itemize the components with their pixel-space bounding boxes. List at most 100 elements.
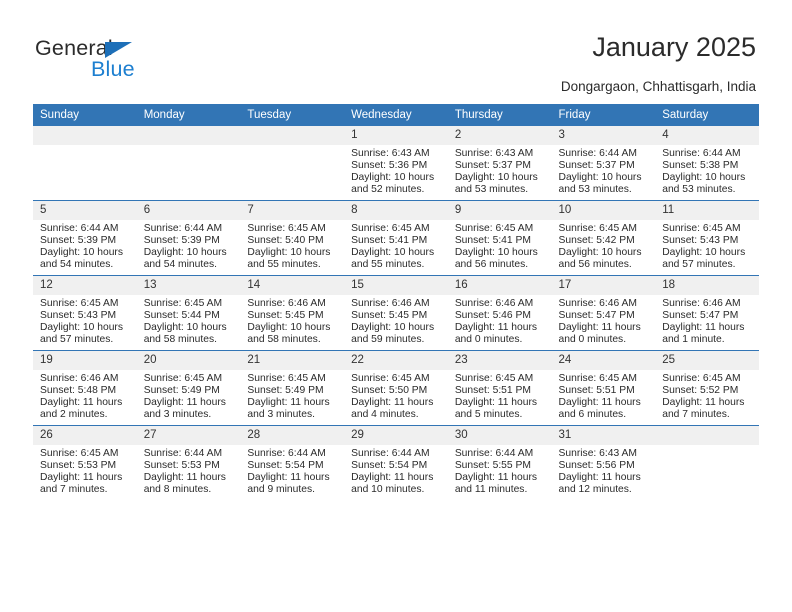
day-details: Sunrise: 6:45 AM Sunset: 5:49 PM Daylight:… <box>137 370 241 421</box>
sunset-text: Sunset: 5:54 PM <box>351 460 428 472</box>
day-details: Sunrise: 6:45 AM Sunset: 5:42 PM Daylight:… <box>552 220 656 271</box>
calendar-day-cell[interactable]: 22 Sunrise: 6:45 AM Sunset: 5:50 PM Dayligh… <box>344 350 448 426</box>
calendar-day-cell[interactable]: 10 Sunrise: 6:45 AM Sunset: 5:42 PM Dayligh… <box>551 200 656 276</box>
day-number: 12 <box>33 276 137 295</box>
calendar-day-cell[interactable]: 11 Sunrise: 6:45 AM Sunset: 5:43 PM Dayligh… <box>655 200 759 276</box>
sunrise-text: Sunrise: 6:45 AM <box>558 223 637 234</box>
calendar-day-cell[interactable]: 2 Sunrise: 6:43 AM Sunset: 5:37 PM Daylight… <box>447 126 552 201</box>
daylight-2-text: and 57 minutes. <box>40 334 114 346</box>
sunset-text: Sunset: 5:54 PM <box>247 460 324 472</box>
daylight-1-text: Daylight: 11 hours <box>558 397 641 409</box>
day-details: Sunrise: 6:45 AM Sunset: 5:44 PM Daylight:… <box>137 295 241 346</box>
calendar-day-cell[interactable]: 7 Sunrise: 6:45 AM Sunset: 5:40 PM Daylight… <box>240 200 345 276</box>
day-details: Sunrise: 6:44 AM Sunset: 5:53 PM Daylight:… <box>137 445 241 496</box>
daylight-1-text: Daylight: 11 hours <box>454 397 538 409</box>
daylight-2-text: and 55 minutes. <box>351 259 425 271</box>
day-number: 13 <box>136 276 241 295</box>
calendar-day-cell[interactable]: 30 Sunrise: 6:44 AM Sunset: 5:55 PM Dayligh… <box>447 425 552 500</box>
calendar-day-cell[interactable]: 9 Sunrise: 6:45 AM Sunset: 5:41 PM Daylight… <box>447 200 552 276</box>
calendar-day-cell[interactable]: 18 Sunrise: 6:46 AM Sunset: 5:47 PM Dayligh… <box>655 275 759 351</box>
sunset-text: Sunset: 5:39 PM <box>40 235 117 247</box>
sunrise-text: Sunrise: 6:46 AM <box>40 373 119 384</box>
calendar-day-cell[interactable]: 26 Sunrise: 6:45 AM Sunset: 5:53 PM Dayligh… <box>33 425 137 500</box>
sunrise-text: Sunrise: 6:44 AM <box>247 448 326 459</box>
day-number: 16 <box>447 276 552 295</box>
sunset-text: Sunset: 5:50 PM <box>351 385 428 397</box>
calendar-day-cell[interactable]: 25 Sunrise: 6:45 AM Sunset: 5:52 PM Dayligh… <box>655 350 759 426</box>
sunrise-text: Sunrise: 6:43 AM <box>454 148 534 159</box>
calendar-day-cell[interactable]: 14 Sunrise: 6:46 AM Sunset: 5:45 PM Dayligh… <box>240 275 345 351</box>
general-blue-logo[interactable]: General Blue <box>35 36 265 86</box>
sunset-text: Sunset: 5:48 PM <box>40 385 117 397</box>
calendar-day-cell[interactable]: 13 Sunrise: 6:45 AM Sunset: 5:44 PM Dayligh… <box>136 275 241 351</box>
day-details: Sunrise: 6:45 AM Sunset: 5:50 PM Daylight:… <box>344 370 448 421</box>
sunrise-text: Sunrise: 6:46 AM <box>351 298 430 309</box>
sunset-text: Sunset: 5:43 PM <box>40 310 117 322</box>
calendar-day-cell[interactable]: 3 Sunrise: 6:44 AM Sunset: 5:37 PM Daylight… <box>551 126 656 201</box>
day-number: 30 <box>447 426 552 445</box>
calendar-day-cell[interactable]: 12 Sunrise: 6:45 AM Sunset: 5:43 PM Dayligh… <box>33 275 137 351</box>
sunrise-text: Sunrise: 6:46 AM <box>454 298 534 309</box>
column-header-tuesday: Tuesday <box>240 104 345 126</box>
calendar-day-cell[interactable]: 21 Sunrise: 6:45 AM Sunset: 5:49 PM Dayligh… <box>240 350 345 426</box>
daylight-1-text: Daylight: 10 hours <box>40 247 123 259</box>
column-header-friday: Friday <box>551 104 656 126</box>
column-header-sunday: Sunday <box>33 104 137 126</box>
day-details: Sunrise: 6:45 AM Sunset: 5:53 PM Daylight:… <box>33 445 137 496</box>
daylight-2-text: and 55 minutes. <box>247 259 321 271</box>
daylight-2-text: and 57 minutes. <box>662 259 736 271</box>
calendar-day-cell[interactable]: 19 Sunrise: 6:46 AM Sunset: 5:48 PM Dayligh… <box>33 350 137 426</box>
daylight-1-text: Daylight: 11 hours <box>40 472 123 484</box>
daylight-1-text: Daylight: 10 hours <box>143 322 227 334</box>
day-details: Sunrise: 6:44 AM Sunset: 5:37 PM Daylight:… <box>552 145 656 196</box>
day-details: Sunrise: 6:46 AM Sunset: 5:45 PM Daylight:… <box>240 295 344 346</box>
sunrise-text: Sunrise: 6:46 AM <box>558 298 637 309</box>
daylight-1-text: Daylight: 11 hours <box>247 472 330 484</box>
sunrise-text: Sunrise: 6:45 AM <box>454 373 534 384</box>
calendar-day-cell[interactable]: 15 Sunrise: 6:46 AM Sunset: 5:45 PM Dayligh… <box>344 275 448 351</box>
day-number: 5 <box>33 201 137 220</box>
calendar-day-cell[interactable]: 8 Sunrise: 6:45 AM Sunset: 5:41 PM Daylight… <box>344 200 448 276</box>
calendar-day-cell[interactable]: 5 Sunrise: 6:44 AM Sunset: 5:39 PM Daylight… <box>33 200 137 276</box>
day-details: Sunrise: 6:45 AM Sunset: 5:41 PM Daylight:… <box>448 220 552 271</box>
calendar-day-cell[interactable]: 16 Sunrise: 6:46 AM Sunset: 5:46 PM Dayligh… <box>447 275 552 351</box>
sunset-text: Sunset: 5:55 PM <box>454 460 531 472</box>
day-details: Sunrise: 6:45 AM Sunset: 5:43 PM Daylight:… <box>33 295 137 346</box>
calendar-day-cell[interactable]: 23 Sunrise: 6:45 AM Sunset: 5:51 PM Dayligh… <box>447 350 552 426</box>
day-number: 24 <box>551 351 656 370</box>
calendar-day-cell[interactable]: 20 Sunrise: 6:45 AM Sunset: 5:49 PM Dayligh… <box>136 350 241 426</box>
calendar-day-cell-empty <box>240 126 345 201</box>
daylight-2-text: and 3 minutes. <box>143 409 212 421</box>
calendar-day-cell[interactable]: 29 Sunrise: 6:44 AM Sunset: 5:54 PM Dayligh… <box>344 425 448 500</box>
calendar-day-cell[interactable]: 1 Sunrise: 6:43 AM Sunset: 5:36 PM Daylight… <box>344 126 448 201</box>
day-details: Sunrise: 6:45 AM Sunset: 5:51 PM Daylight:… <box>552 370 656 421</box>
day-number: 20 <box>136 351 241 370</box>
sunrise-text: Sunrise: 6:44 AM <box>662 148 741 159</box>
calendar-day-cell[interactable]: 31 Sunrise: 6:43 AM Sunset: 5:56 PM Dayligh… <box>551 425 656 500</box>
calendar-day-cell[interactable]: 24 Sunrise: 6:45 AM Sunset: 5:51 PM Dayligh… <box>551 350 656 426</box>
calendar-day-cell[interactable]: 28 Sunrise: 6:44 AM Sunset: 5:54 PM Dayligh… <box>240 425 345 500</box>
logo-text-blue: Blue <box>91 57 135 81</box>
sunrise-text: Sunrise: 6:45 AM <box>247 223 326 234</box>
sunrise-text: Sunrise: 6:45 AM <box>40 298 119 309</box>
daylight-1-text: Daylight: 10 hours <box>351 172 435 184</box>
sunset-text: Sunset: 5:46 PM <box>454 310 531 322</box>
daylight-1-text: Daylight: 11 hours <box>143 397 226 409</box>
calendar-day-cell[interactable]: 17 Sunrise: 6:46 AM Sunset: 5:47 PM Dayligh… <box>551 275 656 351</box>
logo-triangle-icon <box>105 42 132 58</box>
calendar-day-cell[interactable]: 27 Sunrise: 6:44 AM Sunset: 5:53 PM Dayligh… <box>136 425 241 500</box>
daylight-1-text: Daylight: 11 hours <box>40 397 123 409</box>
sunrise-text: Sunrise: 6:46 AM <box>662 298 741 309</box>
calendar-day-cell[interactable]: 6 Sunrise: 6:44 AM Sunset: 5:39 PM Daylight… <box>136 200 241 276</box>
day-details: Sunrise: 6:44 AM Sunset: 5:39 PM Daylight:… <box>137 220 241 271</box>
day-number: 6 <box>136 201 241 220</box>
daylight-2-text: and 1 minute. <box>662 334 725 346</box>
day-details: Sunrise: 6:46 AM Sunset: 5:45 PM Daylight:… <box>344 295 448 346</box>
sunrise-text: Sunrise: 6:44 AM <box>454 448 534 459</box>
page-header: General Blue January 2025 Dongargaon, Ch… <box>0 0 792 97</box>
daylight-2-text: and 11 minutes. <box>454 484 528 496</box>
calendar-day-cell[interactable]: 4 Sunrise: 6:44 AM Sunset: 5:38 PM Daylight… <box>655 126 759 201</box>
daylight-1-text: Daylight: 10 hours <box>454 172 538 184</box>
page-title: January 2025 <box>592 32 756 62</box>
sunset-text: Sunset: 5:49 PM <box>143 385 220 397</box>
